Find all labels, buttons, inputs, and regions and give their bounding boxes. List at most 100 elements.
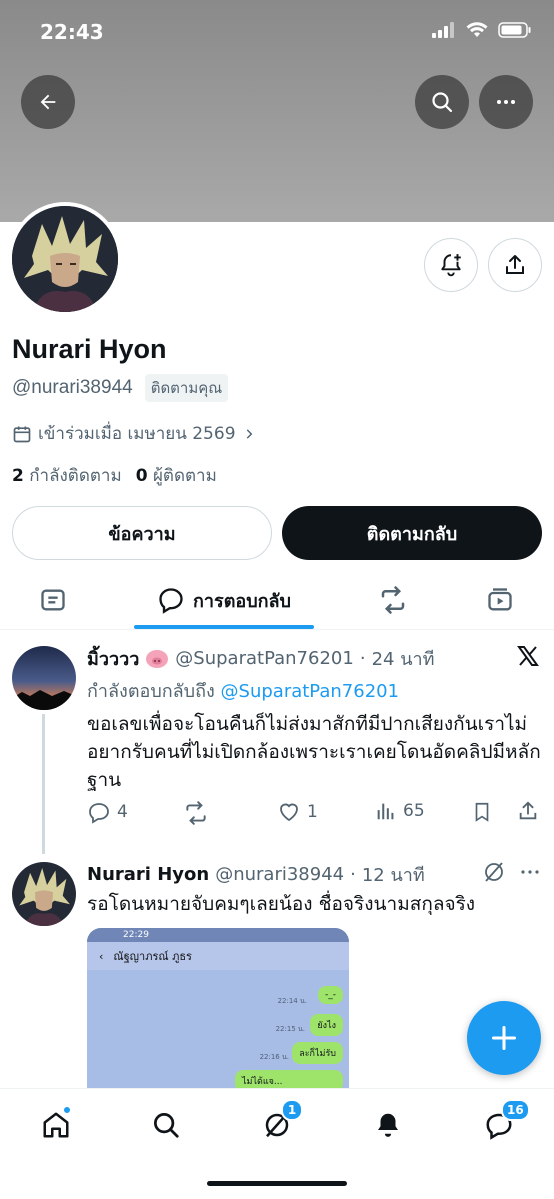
reply-button[interactable]: 4 [87,800,128,824]
tweet1-avatar-image [12,646,76,710]
bookmark-button[interactable] [471,800,493,824]
repost-icon [186,801,206,825]
tweet1-name[interactable]: มิ้วววว [87,644,139,673]
reply-count: 4 [117,802,128,822]
media-message-time: 22:16 น. [259,1053,289,1061]
bottom-nav: 1 16 [0,1088,554,1199]
follow-stats: 2 กำลังติดตาม 0 ผู้ติดตาม [12,462,217,489]
video-icon [488,588,512,611]
status-icons [432,22,532,38]
tweet1-handle[interactable]: @SuparatPan76201 [175,648,354,669]
grok-badge: 1 [281,1099,303,1121]
nav-messages[interactable]: 16 [479,1099,530,1145]
messages-badge: 16 [501,1099,530,1121]
repost-button[interactable] [183,800,209,826]
follow-back-button[interactable]: ติดตามกลับ [282,506,542,560]
media-contact-name: ณัฐญาภรณ์ ภูธร [113,950,192,963]
more-icon [521,870,539,874]
arrow-left-icon [40,94,56,110]
search-button[interactable] [415,75,469,129]
share-button[interactable] [517,800,539,822]
home-indicator [207,1181,347,1186]
search-icon [154,1113,179,1138]
notify-button[interactable] [424,238,478,292]
separator-dot: · [359,648,366,669]
profile-tabs: การตอบกลับ [0,572,554,630]
x-logo-icon [516,644,540,672]
tweet1-header: มิ้วววว @SuparatPan76201 · 24 นาที [87,644,434,673]
views-count: 65 [403,801,425,821]
followers-stat[interactable]: 0 ผู้ติดตาม [136,462,217,489]
tab-replies-label: การตอบกลับ [193,590,291,612]
media-message: ไม่ได้แจ... [235,1070,343,1088]
media-status-bar: 22:29 [87,928,349,942]
wifi-icon [466,22,488,37]
views-icon [377,803,394,820]
media-message: -_- [318,986,343,1004]
more-icon [497,100,515,104]
profile-avatar[interactable] [8,202,122,316]
replying-to-handle[interactable]: @SuparatPan76201 [221,681,400,702]
tab-reposts[interactable] [370,572,416,628]
tweet2-avatar[interactable] [12,862,76,926]
tweet2-more-button[interactable] [518,860,542,888]
profile-handle: @nurari38944 [12,377,133,398]
reply-icon [89,803,109,824]
following-label: กำลังติดตาม [29,466,122,486]
like-button[interactable]: 1 [277,800,318,824]
joined-text: เข้าร่วมเมื่อ เมษายน 2569 [38,424,236,444]
followers-label: ผู้ติดตาม [152,466,217,486]
tab-replies[interactable]: การตอบกลับ [134,572,314,628]
tweet2-time: 12 นาที [361,865,425,886]
following-stat[interactable]: 2 กำลังติดตาม [12,462,122,489]
views-button[interactable]: 65 [375,800,425,822]
bell-plus-icon [441,254,461,277]
status-time: 22:43 [40,20,104,44]
heart-icon [280,803,298,822]
following-count: 2 [12,466,24,486]
media-status-time: 22:29 [123,930,149,940]
like-count: 1 [307,802,318,822]
share-profile-button[interactable] [488,238,542,292]
tweet1-replying-to: กำลังตอบกลับถึง @SuparatPan76201 [87,676,399,705]
tweet2-header: Nurari Hyon @nurari38944 · 12 นาที [87,860,425,889]
active-tab-indicator [134,625,314,629]
tweet1-avatar[interactable] [12,646,76,710]
pig-emoji-icon [146,649,169,668]
joined-date[interactable]: เข้าร่วมเมื่อ เมษายน 2569 [12,420,256,447]
tweet2-handle[interactable]: @nurari38944 [215,864,344,885]
repost-icon [381,586,405,614]
media-chat-header: ‹ ณัฐญาภรณ์ ภูธร [87,942,349,970]
tweet2-avatar-image [12,862,76,926]
nav-grok[interactable]: 1 [257,1099,303,1145]
media-message-time: 22:14 น. [277,997,307,1005]
status-bar: 22:43 [0,0,554,64]
separator-dot: · [350,864,356,885]
media-back-icon: ‹ [99,949,104,963]
avatar-image [12,206,118,312]
media-message: ยังไง [310,1014,343,1036]
speech-bubble-icon [159,588,183,614]
tweet2-name[interactable]: Nurari Hyon [87,864,209,885]
tweet2-media[interactable]: 22:29 ‹ ณัฐญาภรณ์ ภูธร 22:14 น. -_- 22:1… [87,928,349,1088]
more-button[interactable] [479,75,533,129]
plus-icon [491,1025,517,1051]
thread-line [42,714,45,854]
nav-notifications[interactable] [368,1105,408,1145]
tweet1-time: 24 นาที [371,649,435,670]
grok-icon[interactable] [482,860,506,888]
compose-button[interactable] [467,1001,541,1075]
share-icon [519,801,537,820]
tab-posts[interactable] [30,572,76,628]
message-button[interactable]: ข้อความ [12,506,272,560]
nav-search[interactable] [146,1105,186,1145]
calendar-icon [13,426,31,442]
tab-videos[interactable] [477,572,523,628]
follows-you-badge: ติดตามคุณ [144,374,229,402]
nav-home[interactable] [36,1105,76,1145]
back-button[interactable] [21,75,75,129]
bookmark-icon [475,802,489,822]
profile-display-name: Nurari Hyon [12,334,167,364]
posts-icon [41,589,65,611]
home-dot [62,1105,72,1115]
